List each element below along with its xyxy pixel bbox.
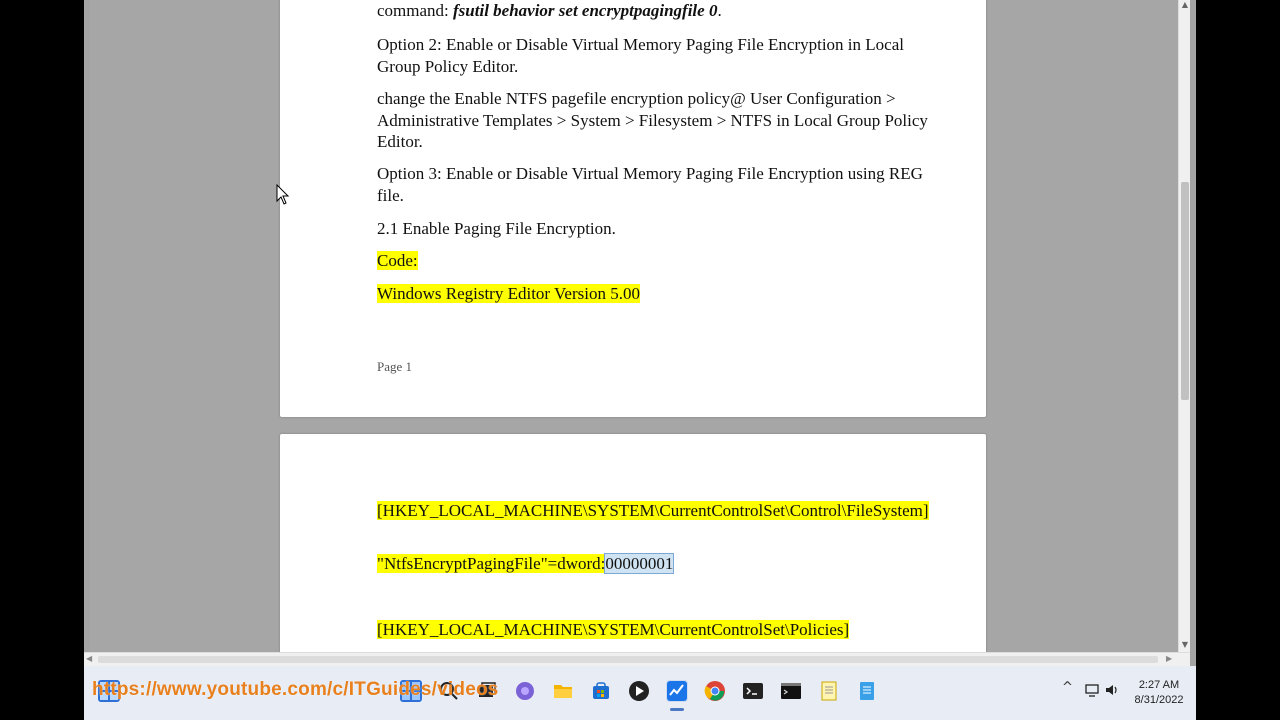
command-line: command: fsutil behavior set encryptpagi… [377,0,937,22]
left-letterbox [0,0,84,720]
vertical-scroll-thumb[interactable] [1181,182,1189,400]
document-page-1: command: fsutil behavior set encryptpagi… [280,0,986,417]
registry-key-filesystem: [HKEY_LOCAL_MACHINE\SYSTEM\CurrentContro… [377,501,929,520]
command-prompt-icon[interactable] [780,680,802,702]
clock-date: 8/31/2022 [1134,694,1184,706]
registry-value-selected[interactable]: 00000001 [604,553,675,574]
option-3-paragraph: Option 3: Enable or Disable Virtual Memo… [377,164,923,205]
media-player-icon[interactable] [628,680,650,702]
store-icon[interactable] [590,680,612,702]
scroll-up-arrow-icon[interactable]: ▲ [1180,0,1190,10]
channel-url-overlay: https://www.youtube.com/c/ITGuides/video… [92,679,499,700]
document-page-2: [HKEY_LOCAL_MACHINE\SYSTEM\CurrentContro… [280,434,986,652]
registry-version-line: Windows Registry Editor Version 5.00 [377,284,640,303]
desktop-screen: command: fsutil behavior set encryptpagi… [84,0,1196,720]
page-number: Page 1 [377,359,413,374]
registry-value-prefix: "NtfsEncryptPagingFile"=dword: [377,554,606,573]
clock-time: 2:27 AM [1138,679,1180,691]
right-letterbox [1196,0,1280,720]
taskbar: https://www.youtube.com/c/ITGuides/video… [84,666,1196,720]
volume-icon[interactable] [1104,682,1120,702]
activity-app-icon[interactable] [666,680,688,702]
step-2-1-paragraph: 2.1 Enable Paging File Encryption. [377,219,616,238]
command-prefix: command: [377,1,454,20]
mouse-cursor-icon [276,184,290,205]
vertical-scrollbar[interactable]: ▲ ▼ [1178,0,1190,652]
horizontal-scroll-thumb[interactable] [98,656,1158,663]
code-label: Code: [377,251,418,270]
document-viewport[interactable]: command: fsutil behavior set encryptpagi… [90,0,1178,652]
file-explorer-icon[interactable] [552,680,574,702]
scroll-right-arrow-icon[interactable]: ▶ [1166,654,1172,663]
chat-icon[interactable] [514,680,536,702]
notes-app-icon[interactable] [856,680,878,702]
command-code: fsutil behavior set encryptpagingfile 0 [453,1,718,20]
command-suffix: . [717,1,722,20]
scroll-down-arrow-icon[interactable]: ▼ [1180,640,1190,650]
registry-key-policies: [HKEY_LOCAL_MACHINE\SYSTEM\CurrentContro… [377,620,850,639]
notepad-icon[interactable] [818,680,840,702]
active-app-indicator [670,708,684,711]
terminal-icon[interactable] [742,680,764,702]
option-2-paragraph: Option 2: Enable or Disable Virtual Memo… [377,35,904,76]
tray-overflow-chevron-icon[interactable]: ^ [1062,680,1073,695]
change-policy-paragraph: change the Enable NTFS pagefile encrypti… [377,89,928,151]
network-icon[interactable] [1084,682,1100,702]
chrome-icon[interactable] [704,680,726,702]
horizontal-scrollbar[interactable]: ◀ ▶ [84,652,1190,666]
system-clock[interactable]: 2:27 AM 8/31/2022 [1124,678,1194,708]
scroll-left-arrow-icon[interactable]: ◀ [86,654,92,663]
